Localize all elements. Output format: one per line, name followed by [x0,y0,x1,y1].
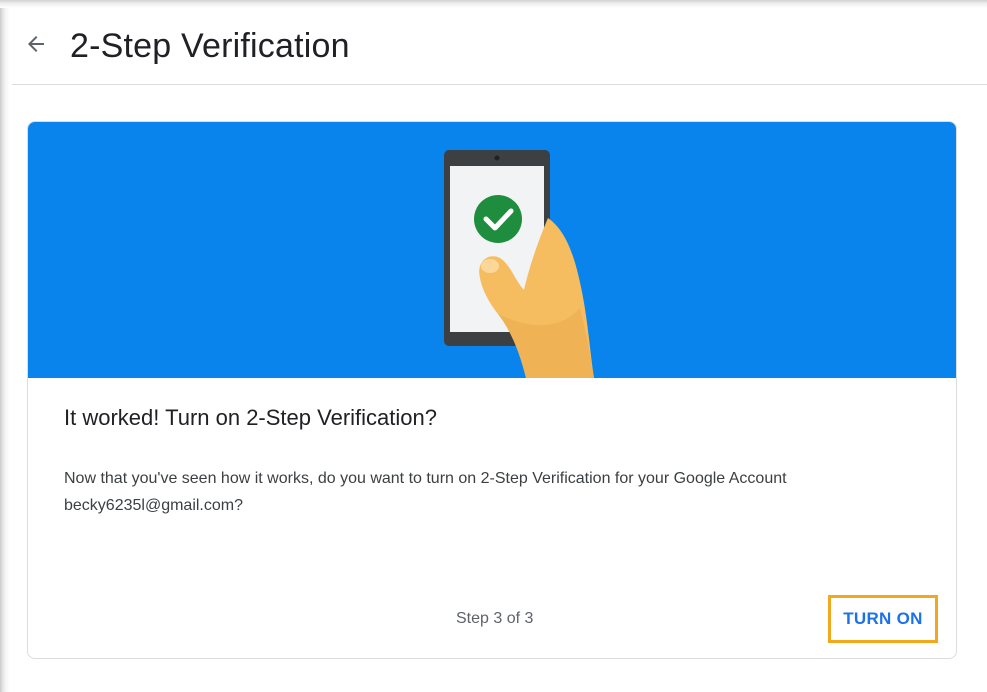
window-top-shadow [0,0,987,8]
page-title: 2-Step Verification [70,26,350,65]
page-header: 2-Step Verification [12,8,987,85]
illustration-banner [28,122,956,378]
card-description: Now that you've seen how it works, do yo… [64,470,787,514]
turn-on-button[interactable]: TURN ON [828,595,938,643]
page: 2-Step Verification It worked! Turn on 2… [0,0,987,692]
verification-card: It worked! Turn on 2-Step Verification? … [27,121,957,659]
step-indicator: Step 3 of 3 [456,610,534,627]
back-button[interactable] [16,26,56,66]
phone-checkmark-icon [444,150,594,378]
arrow-left-icon [24,32,48,61]
window-edge-shadow [0,0,10,692]
card-title: It worked! Turn on 2-Step Verification? [64,405,437,430]
